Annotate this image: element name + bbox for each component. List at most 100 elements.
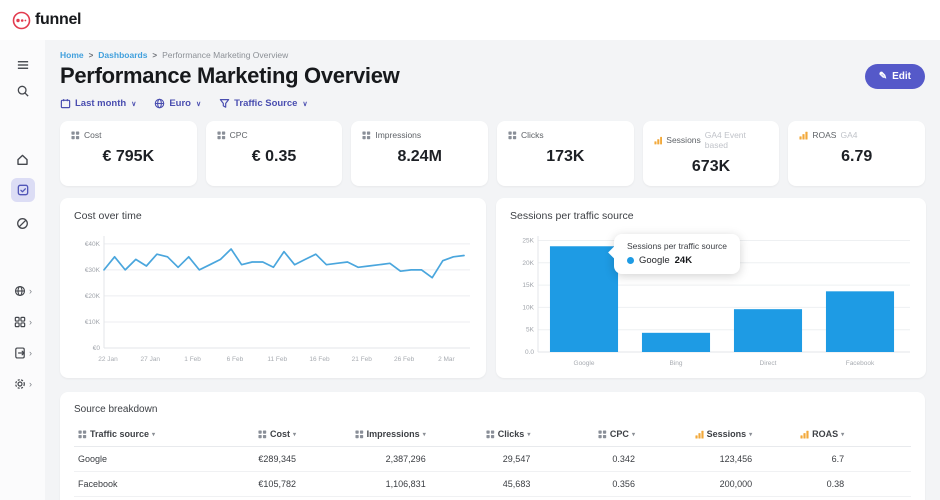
- svg-text:Direct: Direct: [760, 360, 777, 367]
- cost-over-time-chart: €40K €30K €20K €10K €0 22 Jan 27 Jan 1 Feb 6 Feb…: [74, 228, 472, 371]
- cell-cpc: 0.342: [534, 446, 639, 472]
- metric-grid-icon: [71, 130, 80, 139]
- svg-text:2 Mar: 2 Mar: [438, 356, 455, 363]
- breadcrumb-home[interactable]: Home: [60, 50, 84, 60]
- calendar-icon: [60, 99, 71, 109]
- explore-icon[interactable]: [8, 210, 38, 236]
- svg-text:1 Feb: 1 Feb: [184, 356, 201, 363]
- home-icon[interactable]: [8, 146, 38, 172]
- menu-icon[interactable]: [8, 52, 38, 78]
- column-header-clicks[interactable]: Clicks ▾: [429, 424, 535, 447]
- chevron-down-icon: ∨: [302, 100, 308, 108]
- svg-text:Google: Google: [574, 360, 595, 367]
- cell-impressions: 1,106,831: [299, 471, 430, 497]
- breadcrumb-dashboards[interactable]: Dashboards: [98, 50, 147, 60]
- funnel-logo-icon: [12, 11, 31, 29]
- dashboards-icon[interactable]: [10, 178, 35, 202]
- page-title: Performance Marketing Overview: [60, 63, 400, 88]
- data-sources-icon[interactable]: ›: [8, 278, 38, 304]
- tooltip-value: 24K: [674, 255, 693, 266]
- table-title: Source breakdown: [74, 404, 158, 415]
- kpi-label: Impressions: [375, 130, 422, 140]
- series-dot-icon: [627, 257, 634, 264]
- cell-impressions: 2,387,296: [299, 446, 430, 472]
- filter-currency-label: Euro: [169, 98, 191, 109]
- chevron-right-icon: ›: [29, 347, 32, 358]
- filter-bar: Last month ∨ Euro ∨ Traffic Source ∨: [60, 98, 925, 109]
- metric-bars-icon: [695, 430, 704, 439]
- search-icon[interactable]: [8, 78, 38, 104]
- column-header-sessions[interactable]: Sessions ▾: [638, 424, 757, 447]
- filter-date-range[interactable]: Last month ∨: [60, 98, 136, 109]
- kpi-label: CPC: [229, 130, 248, 140]
- column-label: ROAS: [812, 429, 839, 439]
- kpi-value: 673K: [691, 158, 731, 175]
- sidebar: › › › ›: [0, 40, 45, 500]
- column-header-cost[interactable]: Cost ▾: [191, 424, 300, 447]
- kpi-sublabel: GA4 Event based: [704, 130, 746, 150]
- column-header-traffic-source[interactable]: Traffic source ▾: [74, 424, 192, 447]
- chevron-down-icon: ∨: [195, 100, 202, 108]
- column-label: Sessions: [706, 429, 747, 439]
- chevron-right-icon: ›: [29, 316, 32, 327]
- source-breakdown-table: Traffic source ▾ Cost ▾ Impressions ▾ Click…: [74, 424, 911, 497]
- kpi-card-sessions: Sessions GA4 Event based 673K: [642, 121, 780, 186]
- cell-cost: €289,345: [191, 446, 300, 472]
- sort-caret-icon: ▾: [527, 431, 531, 438]
- svg-text:Facebook: Facebook: [846, 360, 875, 367]
- cell-traffic-source: Facebook: [74, 471, 192, 497]
- metric-bars-icon: [654, 136, 662, 144]
- sort-caret-icon: ▾: [631, 431, 635, 438]
- metric-grid-icon: [598, 429, 607, 438]
- cell-cpc: 0.356: [534, 471, 639, 497]
- column-label: Impressions: [366, 429, 420, 439]
- apps-icon[interactable]: ›: [8, 309, 38, 335]
- svg-text:21 Feb: 21 Feb: [352, 356, 373, 363]
- funnel-logo[interactable]: funnel: [12, 11, 82, 30]
- reports-icon[interactable]: ›: [8, 340, 38, 366]
- column-label: CPC: [609, 429, 629, 439]
- settings-icon[interactable]: ›: [8, 371, 38, 397]
- column-header-roas[interactable]: ROAS ▾: [756, 424, 849, 447]
- filter-traffic-source[interactable]: Traffic Source ∨: [219, 98, 308, 109]
- kpi-card-roas: ROAS GA4 6.79: [788, 121, 926, 186]
- cell-clicks: 29,547: [429, 446, 535, 472]
- metric-grid-icon: [362, 130, 371, 139]
- svg-text:22 Jan: 22 Jan: [98, 356, 118, 363]
- kpi-value: € 795K: [102, 148, 155, 165]
- cell-roas: 6.7: [756, 446, 849, 472]
- cell-clicks: 45,683: [429, 471, 535, 497]
- kpi-value: € 0.35: [251, 148, 297, 165]
- edit-button[interactable]: ✎ Edit: [864, 63, 925, 89]
- sort-caret-icon: ▾: [152, 431, 156, 438]
- breadcrumb: Home > Dashboards > Performance Marketin…: [60, 50, 925, 60]
- kpi-label: Sessions: [666, 135, 701, 145]
- cost-over-time-card: Cost over time €40K €30K €20K €10K €0 22 Jan 2…: [60, 198, 486, 378]
- svg-text:16 Feb: 16 Feb: [309, 356, 330, 363]
- svg-text:5K: 5K: [526, 327, 535, 334]
- cell-traffic-source: Google: [74, 446, 192, 472]
- chevron-right-icon: ›: [29, 285, 32, 296]
- cell-sessions: 200,000: [638, 471, 757, 497]
- source-breakdown-card: Source breakdown Traffic source▾ Cost▾: [60, 392, 925, 500]
- cell-spacer: [848, 446, 911, 472]
- filter-currency[interactable]: Euro ∨: [154, 98, 201, 109]
- kpi-card-cost: Cost € 795K: [60, 121, 197, 186]
- svg-text:10K: 10K: [522, 304, 534, 311]
- kpi-card-impressions: Impressions 8.24M: [351, 121, 489, 186]
- metric-grid-icon: [78, 429, 87, 438]
- table-row-facebook: Facebook €105,782 1,106,831 45,683 0.356…: [74, 471, 911, 497]
- cell-roas: 0.38: [756, 471, 849, 497]
- sort-caret-icon: ▾: [841, 431, 845, 438]
- sort-caret-icon: ▾: [749, 431, 753, 438]
- column-header-cpc[interactable]: CPC ▾: [534, 424, 639, 447]
- column-header-spacer: [848, 424, 911, 447]
- chart-title: Sessions per traffic source: [510, 210, 634, 222]
- pencil-icon: ✎: [878, 70, 888, 82]
- breadcrumb-separator: >: [152, 50, 158, 60]
- column-header-impressions[interactable]: Impressions ▾: [299, 424, 430, 447]
- column-label: Traffic source: [90, 429, 150, 439]
- chart-tooltip: Sessions per traffic source Google 24K: [614, 234, 740, 274]
- kpi-value: 8.24M: [397, 148, 442, 165]
- table-row-google: Google €289,345 2,387,296 29,547 0.342 1…: [74, 446, 911, 472]
